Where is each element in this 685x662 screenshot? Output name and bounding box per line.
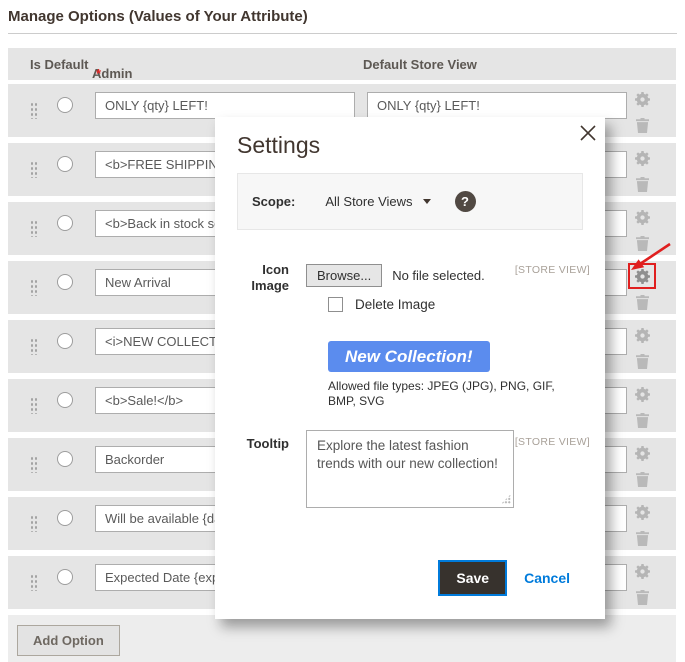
delete-image-label: Delete Image	[355, 297, 435, 312]
close-icon[interactable]	[578, 123, 598, 143]
is-default-radio[interactable]	[57, 333, 73, 349]
admin-value-input[interactable]	[95, 92, 355, 119]
settings-modal: Settings Scope: All Store Views ? Icon I…	[215, 117, 605, 619]
is-default-radio[interactable]	[57, 274, 73, 290]
tooltip-textarea[interactable]: Explore the latest fashion trends with o…	[306, 430, 514, 508]
is-default-radio[interactable]	[57, 451, 73, 467]
row-delete-trash-icon[interactable]	[630, 589, 654, 606]
table-footer: Add Option	[8, 615, 676, 662]
is-default-radio[interactable]	[57, 510, 73, 526]
header-divider	[8, 33, 677, 34]
drag-handle-icon[interactable]	[30, 279, 38, 296]
scope-bar: Scope: All Store Views ?	[237, 173, 583, 230]
store-value-input[interactable]	[367, 92, 627, 119]
drag-handle-icon[interactable]	[30, 220, 38, 237]
row-settings-gear-icon[interactable]	[630, 324, 654, 346]
column-header-default-store-view: Default Store View	[363, 57, 477, 72]
scope-label: Scope:	[252, 194, 295, 209]
row-settings-gear-icon[interactable]	[630, 442, 654, 464]
modal-title: Settings	[237, 132, 320, 159]
drag-handle-icon[interactable]	[30, 456, 38, 473]
required-asterisk: *	[96, 66, 101, 81]
browse-button[interactable]: Browse...	[306, 264, 382, 287]
drag-handle-icon[interactable]	[30, 397, 38, 414]
cancel-link[interactable]: Cancel	[524, 570, 570, 586]
column-header-is-default: Is Default	[30, 57, 89, 72]
row-delete-trash-icon[interactable]	[630, 117, 654, 134]
icon-image-label: Icon Image	[237, 262, 289, 294]
allowed-file-types-note: Allowed file types: JPEG (JPG), PNG, GIF…	[328, 379, 568, 409]
tooltip-label: Tooltip	[237, 436, 289, 452]
row-delete-trash-icon[interactable]	[630, 235, 654, 252]
drag-handle-icon[interactable]	[30, 338, 38, 355]
drag-handle-icon[interactable]	[30, 102, 38, 119]
page-title: Manage Options (Values of Your Attribute…	[8, 8, 308, 25]
drag-handle-icon[interactable]	[30, 574, 38, 591]
row-delete-trash-icon[interactable]	[630, 353, 654, 370]
row-delete-trash-icon[interactable]	[630, 412, 654, 429]
icon-image-preview: New Collection!	[328, 341, 490, 372]
tooltip-field-row: Tooltip Explore the latest fashion trend…	[237, 430, 590, 520]
row-settings-gear-icon[interactable]	[630, 383, 654, 405]
row-settings-gear-icon[interactable]	[630, 265, 654, 287]
table-header-row: Is Default Admin* Default Store View	[8, 48, 676, 80]
row-settings-gear-icon[interactable]	[630, 560, 654, 582]
row-delete-trash-icon[interactable]	[630, 471, 654, 488]
delete-image-checkbox-row[interactable]: Delete Image	[328, 297, 435, 312]
chevron-down-icon	[423, 199, 431, 204]
drag-handle-icon[interactable]	[30, 515, 38, 532]
row-settings-gear-icon[interactable]	[630, 88, 654, 110]
row-delete-trash-icon[interactable]	[630, 176, 654, 193]
row-delete-trash-icon[interactable]	[630, 530, 654, 547]
is-default-radio[interactable]	[57, 569, 73, 585]
store-view-scope-note: [STORE VIEW]	[515, 264, 590, 276]
is-default-radio[interactable]	[57, 156, 73, 172]
is-default-radio[interactable]	[57, 215, 73, 231]
scope-selected-value: All Store Views	[325, 194, 412, 209]
delete-image-checkbox[interactable]	[328, 297, 343, 312]
row-delete-trash-icon[interactable]	[630, 294, 654, 311]
drag-handle-icon[interactable]	[30, 161, 38, 178]
row-settings-gear-icon[interactable]	[630, 206, 654, 228]
is-default-radio[interactable]	[57, 97, 73, 113]
is-default-radio[interactable]	[57, 392, 73, 408]
row-settings-gear-icon[interactable]	[630, 501, 654, 523]
help-icon[interactable]: ?	[455, 191, 476, 212]
save-button[interactable]: Save	[438, 560, 507, 596]
scope-dropdown[interactable]: All Store Views	[325, 194, 430, 209]
add-option-button[interactable]: Add Option	[17, 625, 120, 656]
row-settings-gear-icon[interactable]	[630, 147, 654, 169]
no-file-text: No file selected.	[392, 268, 485, 283]
store-view-scope-note: [STORE VIEW]	[515, 436, 590, 448]
